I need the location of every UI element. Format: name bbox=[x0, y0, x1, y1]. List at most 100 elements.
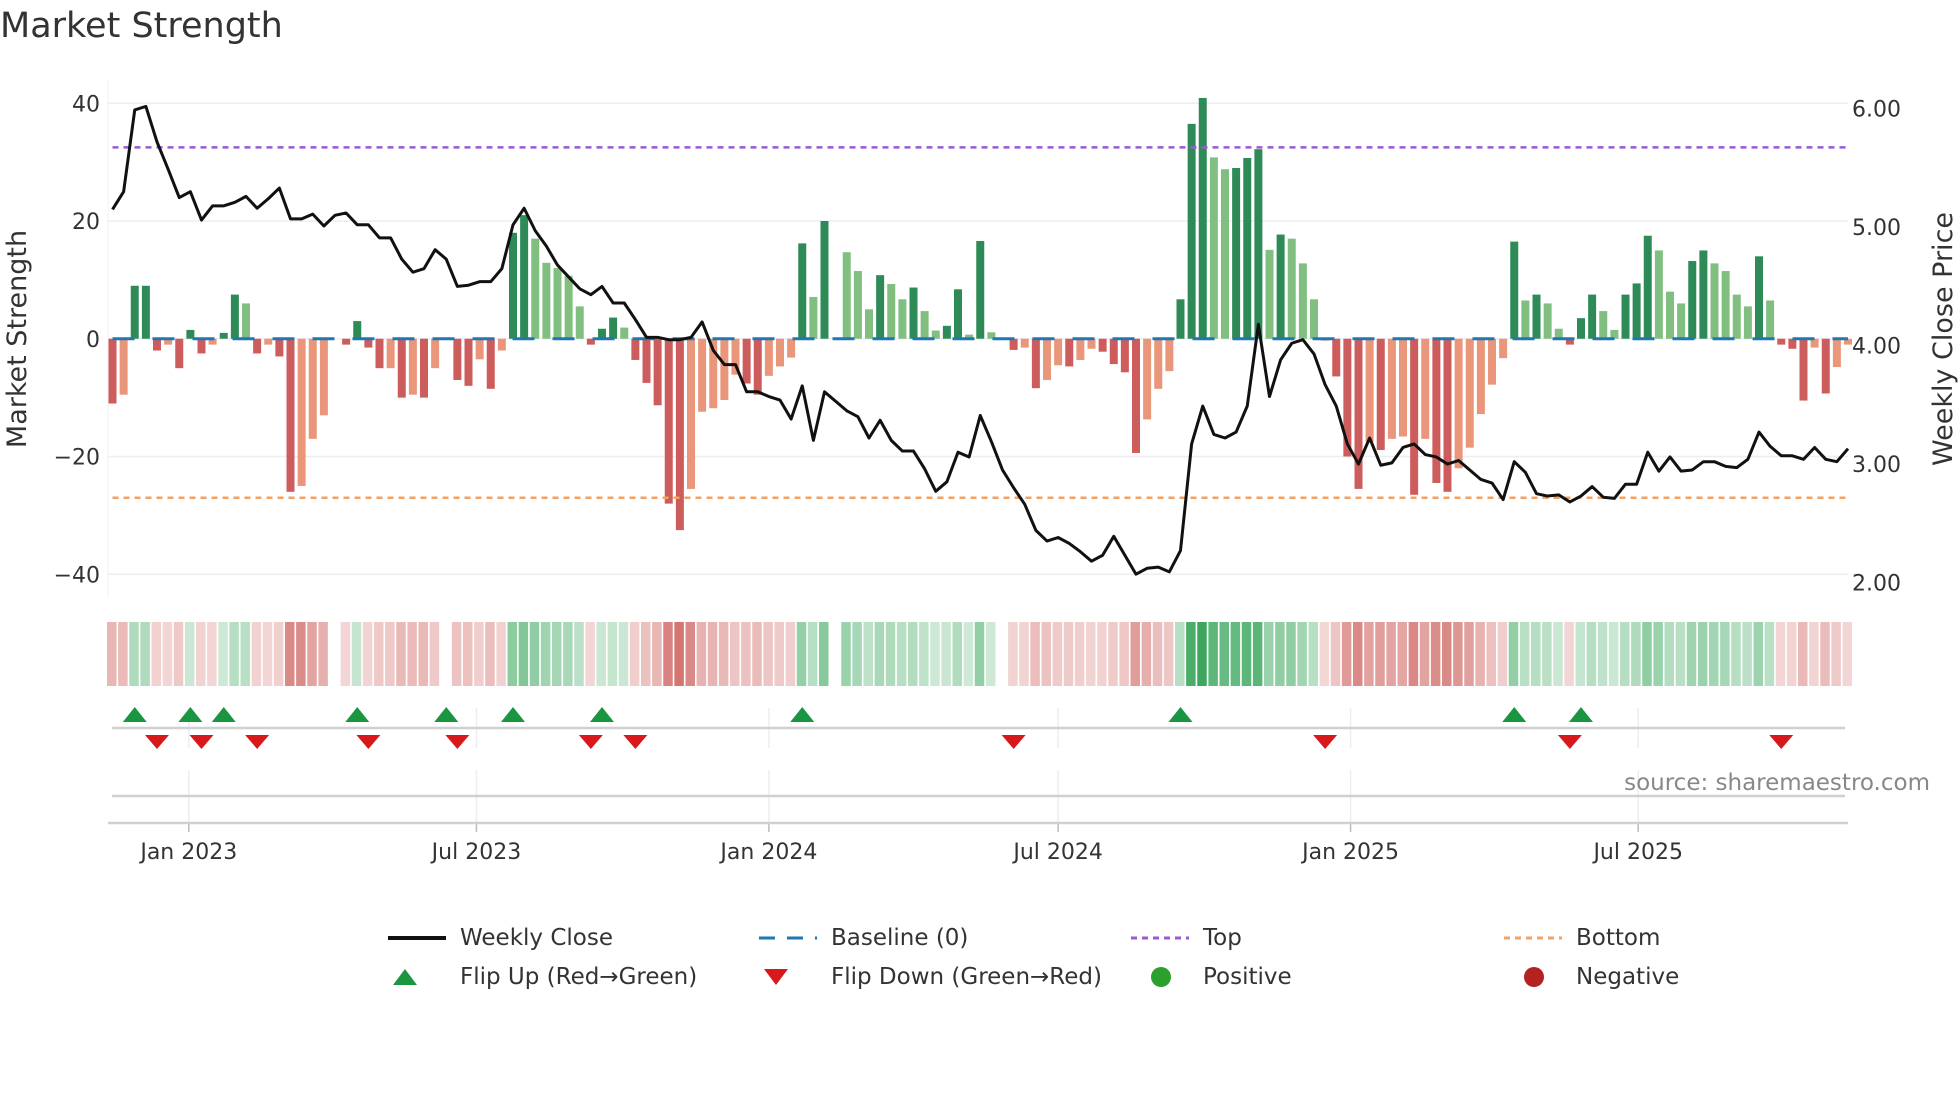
right-tick-label: 2.00 bbox=[1852, 572, 1901, 597]
legend-top[interactable]: Top bbox=[1131, 925, 1242, 951]
strength-heat-cell bbox=[1141, 622, 1152, 686]
strength-bar bbox=[1165, 338, 1174, 372]
strength-bar bbox=[1766, 300, 1775, 339]
strength-heat-cell bbox=[1041, 622, 1051, 686]
strength-bar bbox=[1065, 338, 1074, 367]
legend-flip-up[interactable]: Flip Up (Red→Green) bbox=[388, 964, 697, 990]
strength-heat-cell bbox=[1608, 622, 1619, 686]
strength-bar bbox=[1510, 241, 1519, 339]
strength-heat-cell bbox=[908, 622, 918, 686]
strength-heat-cell bbox=[718, 622, 729, 686]
strength-heat-cell bbox=[1163, 622, 1174, 686]
strength-bar bbox=[1821, 338, 1830, 394]
strength-heat-cell bbox=[1464, 622, 1474, 686]
strength-bar bbox=[1476, 338, 1485, 415]
right-tick-label: 4.00 bbox=[1852, 335, 1901, 360]
right-tick-label: 5.00 bbox=[1852, 216, 1901, 241]
strength-heat-cell bbox=[1775, 622, 1786, 686]
strength-heat-cell bbox=[474, 622, 484, 686]
strength-bar bbox=[1755, 256, 1763, 339]
strength-heat-cell bbox=[451, 622, 462, 686]
legend-weekly-close[interactable]: Weekly Close bbox=[388, 925, 613, 951]
strength-heat-cell bbox=[229, 622, 239, 686]
strength-heat-cell bbox=[1531, 622, 1541, 686]
strength-bar bbox=[853, 271, 862, 339]
strength-heat-cell bbox=[1675, 622, 1686, 686]
strength-heat-cell bbox=[1486, 622, 1496, 686]
strength-bar bbox=[675, 338, 684, 531]
strength-heat-cell bbox=[1798, 622, 1808, 686]
strength-heat-cell bbox=[1820, 622, 1830, 686]
strength-bar bbox=[119, 338, 128, 395]
strength-heat-cell bbox=[963, 622, 974, 686]
strength-bar bbox=[1777, 338, 1786, 345]
strength-bar bbox=[308, 338, 317, 439]
flip-up-marker bbox=[434, 707, 459, 722]
strength-bar bbox=[1699, 250, 1708, 339]
strength-bar bbox=[141, 285, 150, 339]
strength-bar bbox=[1332, 338, 1341, 377]
strength-heat-cell bbox=[919, 622, 929, 686]
strength-bar bbox=[242, 303, 250, 339]
strength-heat-cell bbox=[1286, 622, 1296, 686]
strength-bar bbox=[520, 215, 529, 339]
legend-bottom[interactable]: Bottom bbox=[1504, 925, 1660, 951]
strength-bar bbox=[1087, 338, 1096, 349]
strength-bar bbox=[687, 338, 695, 489]
strength-heat-cell bbox=[1097, 622, 1107, 686]
legend-negative[interactable]: Negative bbox=[1504, 964, 1679, 990]
legend-flip-down[interactable]: Flip Down (Green→Red) bbox=[759, 964, 1102, 990]
strength-heat-cell bbox=[1297, 622, 1307, 686]
strength-heat-cell bbox=[1152, 622, 1163, 686]
strength-bar bbox=[842, 252, 851, 339]
strength-heat-cell bbox=[262, 622, 273, 686]
strength-bar bbox=[1098, 338, 1107, 352]
strength-heat-cell bbox=[807, 622, 818, 686]
strength-heat-cell bbox=[1364, 622, 1374, 686]
flip-down-marker bbox=[623, 735, 648, 749]
strength-heat-cell bbox=[1419, 622, 1430, 686]
right-tick-label: 3.00 bbox=[1852, 453, 1901, 478]
strength-bar bbox=[1677, 303, 1686, 339]
strength-heat-cell bbox=[1397, 622, 1407, 686]
dotted-line-icon bbox=[1504, 936, 1562, 940]
legend-baseline[interactable]: Baseline (0) bbox=[759, 925, 968, 951]
strength-bar bbox=[219, 332, 228, 339]
strength-heat-cell bbox=[952, 622, 962, 686]
strength-bar bbox=[1788, 338, 1797, 349]
strength-heat-cell bbox=[374, 622, 384, 686]
strength-bar bbox=[698, 338, 707, 412]
strength-heat-cell bbox=[485, 622, 495, 686]
strength-bar bbox=[1187, 123, 1196, 339]
triangle-down-icon bbox=[764, 969, 788, 985]
strength-bar bbox=[1265, 249, 1274, 339]
flip-up-marker bbox=[1569, 707, 1593, 722]
strength-heat-cell bbox=[1753, 622, 1763, 686]
strength-heat-cell bbox=[785, 622, 796, 686]
legend-positive[interactable]: Positive bbox=[1131, 964, 1292, 990]
strength-bar bbox=[1154, 338, 1163, 389]
strength-bar bbox=[1710, 263, 1719, 339]
strength-heat-cell bbox=[696, 622, 707, 686]
strength-bar bbox=[1365, 338, 1374, 442]
strength-heat-cell bbox=[663, 622, 673, 686]
strength-bar bbox=[1221, 169, 1229, 339]
strength-bar bbox=[297, 338, 306, 486]
strength-heat-cell bbox=[385, 622, 395, 686]
strength-heat-cell bbox=[863, 622, 873, 686]
strength-bar bbox=[609, 317, 618, 339]
strength-bar bbox=[486, 338, 495, 389]
strength-heat-cell bbox=[1241, 622, 1252, 686]
strength-bar bbox=[1031, 338, 1040, 389]
strength-bar bbox=[776, 338, 784, 367]
strength-heat-cell bbox=[852, 622, 862, 686]
strength-bar bbox=[1287, 238, 1296, 339]
strength-bar bbox=[1276, 234, 1285, 339]
x-tick-label: Jul 2024 bbox=[1011, 840, 1103, 865]
flip-down-marker bbox=[578, 735, 603, 749]
strength-heat-cell bbox=[885, 622, 896, 686]
strength-bar bbox=[1832, 338, 1841, 368]
x-tick-label: Jan 2023 bbox=[138, 840, 237, 865]
strength-heat-cell bbox=[1252, 622, 1263, 686]
strength-bar bbox=[264, 338, 273, 345]
